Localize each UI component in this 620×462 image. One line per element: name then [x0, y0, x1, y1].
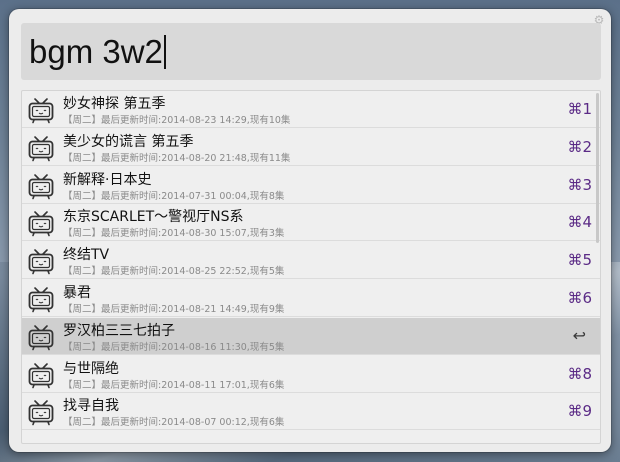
- result-subtitle: 【周二】最后更新时间:2014-07-31 00:04,现有8集: [63, 190, 285, 202]
- text-caret: [163, 35, 166, 70]
- tv-icon: [28, 249, 54, 275]
- result-subtitle: 【周二】最后更新时间:2014-08-30 15:07,现有3集: [63, 228, 285, 240]
- scrollbar[interactable]: [596, 93, 599, 243]
- result-title: 暴君: [63, 285, 91, 301]
- result-title: 美少女的谎言 第五季: [63, 133, 194, 150]
- result-title: 罗汉柏三三七拍子: [63, 322, 175, 339]
- result-row[interactable]: 与世隔绝 【周二】最后更新时间:2014-08-11 17:01,现有6集 ⌘8: [22, 356, 600, 393]
- shortcut-label: ⌘6: [567, 289, 592, 307]
- tv-icon: [28, 324, 54, 351]
- shortcut-label: ⌘2: [567, 137, 592, 156]
- shortcut-label: ⌘8: [567, 364, 592, 383]
- result-subtitle: 【周二】最后更新时间:2014-08-11 17:01,现有6集: [63, 379, 285, 391]
- result-row[interactable]: 美少女的谎言 第五季 【周二】最后更新时间:2014-08-20 21:48,现…: [22, 129, 600, 166]
- result-subtitle: 【周二】最后更新时间:2014-08-07 00:12,现有6集: [63, 417, 285, 429]
- result-title: 东京SCARLET～警视厅NS系: [63, 209, 244, 226]
- tv-icon: [28, 400, 54, 426]
- shortcut-label: ⌘3: [567, 175, 592, 194]
- result-row[interactable]: 妙女神探 第五季 【周二】最后更新时间:2014-08-23 14:29,现有1…: [22, 91, 600, 128]
- shortcut-label: ⌘1: [567, 100, 592, 118]
- result-title: 与世隔绝: [63, 360, 119, 377]
- tv-icon: [28, 135, 54, 162]
- result-subtitle: 【周二】最后更新时间:2014-08-20 21:48,现有11集: [63, 152, 291, 164]
- result-title: 新解释·日本史: [63, 171, 152, 188]
- tv-icon: [28, 173, 54, 199]
- shortcut-label: ⌘9: [567, 402, 592, 421]
- result-title: 找寻自我: [63, 398, 119, 415]
- result-row[interactable]: 东京SCARLET～警视厅NS系 【周二】最后更新时间:2014-08-30 1…: [22, 204, 600, 242]
- search-box[interactable]: bgm 3w2: [21, 23, 601, 80]
- result-title: 妙女神探 第五季: [63, 96, 166, 112]
- return-key-icon: ↩: [572, 325, 586, 345]
- result-title: 终结TV: [63, 247, 110, 264]
- search-query: bgm 3w2: [29, 33, 163, 70]
- result-row[interactable]: 暴君 【周二】最后更新时间:2014-08-21 14:49,现有9集 ⌘6: [22, 280, 600, 317]
- result-row[interactable]: 终结TV 【周二】最后更新时间:2014-08-25 22:52,现有5集 ⌘5: [22, 242, 600, 280]
- result-subtitle: 【周二】最后更新时间:2014-08-25 22:52,现有5集: [63, 266, 285, 278]
- result-row[interactable]: 找寻自我 【周二】最后更新时间:2014-08-07 00:12,现有6集 ⌘9: [22, 393, 600, 431]
- result-subtitle: 【周二】最后更新时间:2014-08-23 14:29,现有10集: [63, 115, 291, 126]
- result-row[interactable]: 新解释·日本史 【周二】最后更新时间:2014-07-31 00:04,现有8集…: [22, 167, 600, 204]
- search-input[interactable]: bgm 3w2: [29, 30, 166, 74]
- result-subtitle: 【周二】最后更新时间:2014-08-21 14:49,现有9集: [63, 304, 285, 315]
- shortcut-label: ⌘4: [567, 213, 592, 232]
- tv-icon: [28, 362, 54, 388]
- results-list: 妙女神探 第五季 【周二】最后更新时间:2014-08-23 14:29,现有1…: [21, 90, 601, 444]
- result-subtitle: 【周二】最后更新时间:2014-08-16 11:30,现有5集: [63, 341, 285, 353]
- tv-icon: [28, 287, 54, 313]
- launcher-window: ⚙ bgm 3w2 妙女神探 第五季 【周二】最后更新时间:2014-08-23…: [9, 9, 611, 452]
- tv-icon: [28, 211, 54, 237]
- tv-icon: [28, 98, 54, 124]
- result-row[interactable]: 罗汉柏三三七拍子 【周二】最后更新时间:2014-08-16 11:30,现有5…: [22, 317, 600, 355]
- shortcut-label: ⌘5: [567, 251, 592, 270]
